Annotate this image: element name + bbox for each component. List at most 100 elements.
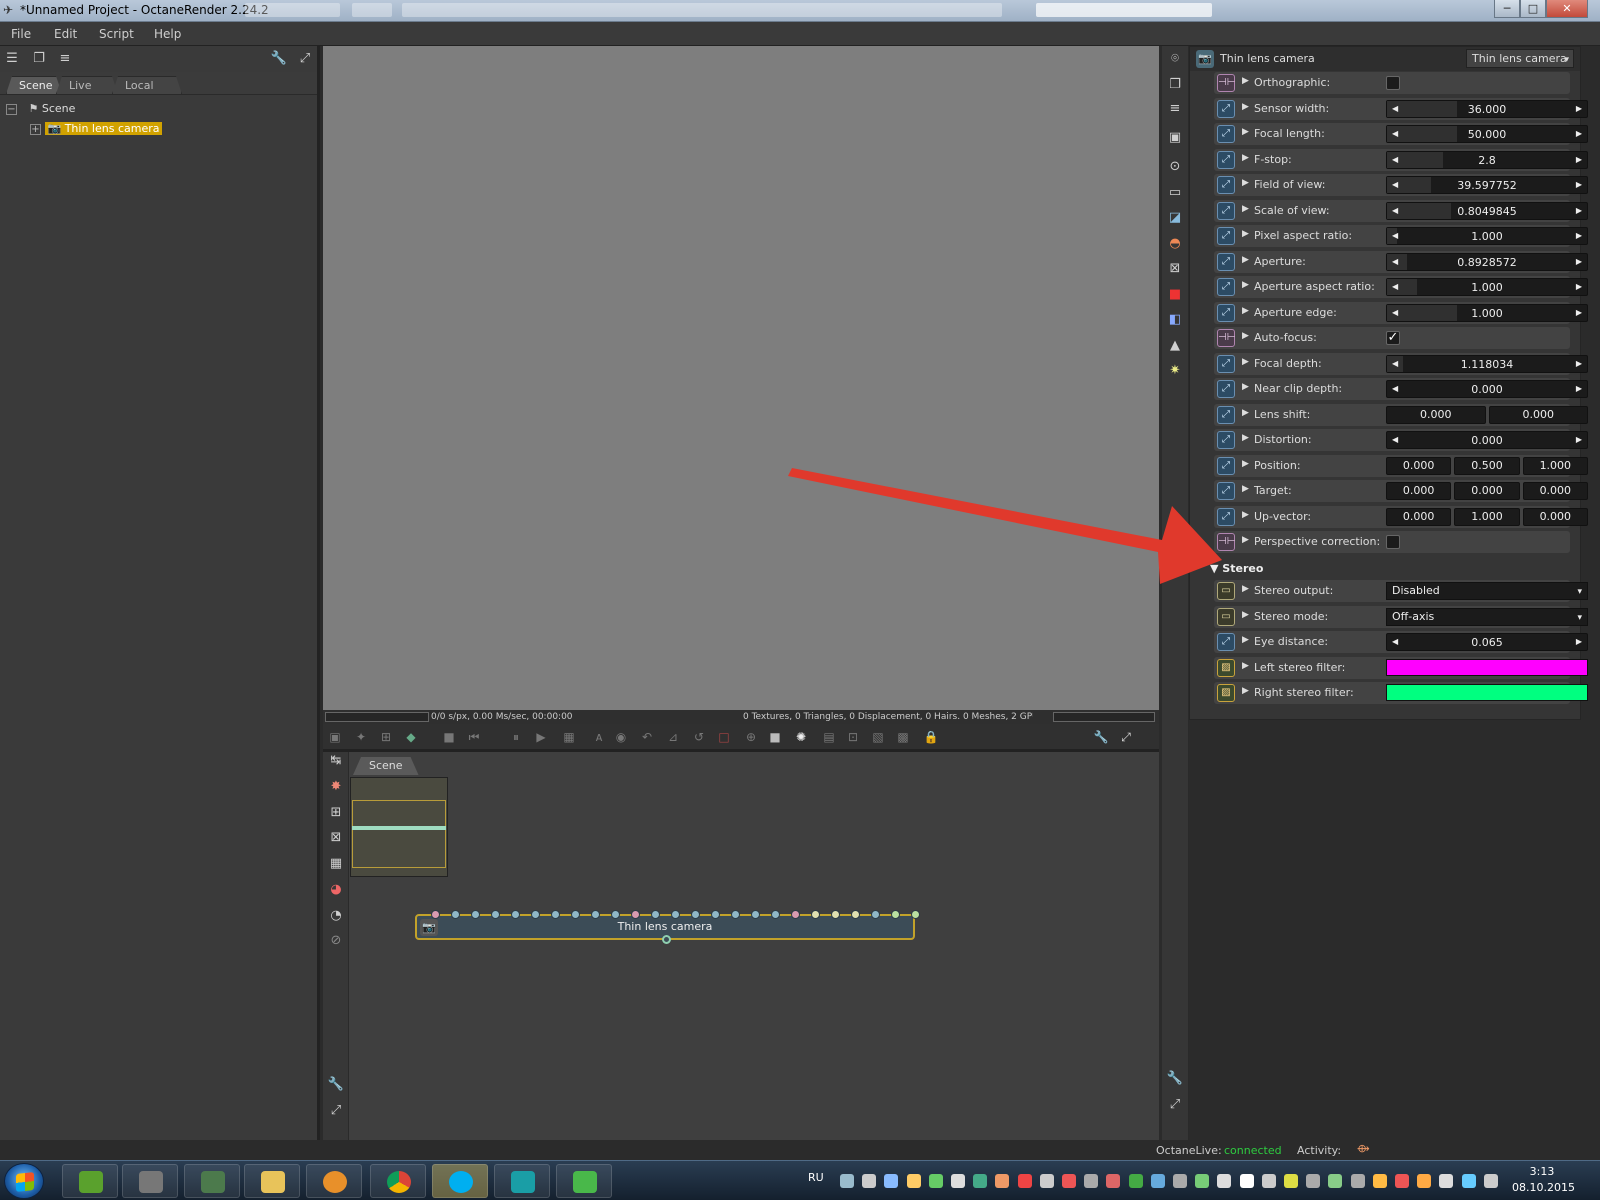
clay-mode-icon[interactable]: ■ [767,729,783,745]
object-picker-icon[interactable]: ↶ [639,729,655,745]
decal-icon[interactable]: ▩ [895,729,911,745]
uv-icon[interactable]: ⊠ [1166,260,1184,278]
expand-arrow-icon[interactable]: ▶ [1242,433,1249,443]
increment-arrow-icon[interactable]: ▶ [1576,231,1582,240]
expand-arrow-icon[interactable]: ▶ [1242,127,1249,137]
target-field-1[interactable]: 0.000 [1454,482,1520,500]
taskbar-app-3dsmax[interactable] [494,1164,550,1198]
input-pin[interactable] [611,910,620,919]
stereo-output-dropdown[interactable]: Disabled ▾ [1386,582,1588,600]
expand-arrow-icon[interactable]: ▶ [1242,610,1249,620]
expand-arrow-icon[interactable]: ▶ [1242,357,1249,367]
input-pin[interactable] [531,910,540,919]
orthographic-checkbox[interactable] [1386,76,1400,90]
taskbar-app-media-player[interactable] [306,1164,362,1198]
focus-picker-icon[interactable]: ⊿ [665,729,681,745]
recenter-icon[interactable]: ▣ [327,729,343,745]
play-icon[interactable]: ▶ [533,729,549,745]
sub-sampling-icon[interactable]: ▧ [870,729,886,745]
increment-arrow-icon[interactable]: ▶ [1576,104,1582,113]
enum-pin-icon[interactable]: ▭ [1217,582,1235,600]
locked-node-icon[interactable]: ⊘ [327,932,345,950]
increment-arrow-icon[interactable]: ▶ [1576,180,1582,189]
input-pin[interactable] [591,910,600,919]
increment-arrow-icon[interactable]: ▶ [1576,384,1582,393]
texture-pin-icon[interactable]: ▨ [1217,658,1235,677]
maximize-panel-icon[interactable]: ⤢ [1166,1096,1184,1114]
float-pin-icon[interactable]: ⤢ [1217,278,1235,296]
float-pin-icon[interactable]: ⤢ [1217,227,1235,245]
sensor-width-slider[interactable]: ◀ 36.000 ▶ [1386,99,1588,118]
expand-arrow-icon[interactable]: ▶ [1242,255,1249,265]
tray-icon[interactable] [1173,1174,1187,1188]
float-pin-icon[interactable]: ⤢ [1217,431,1235,449]
right-stereo-filter-swatch[interactable] [1386,684,1588,701]
input-pin[interactable] [871,910,880,919]
collapse-icon[interactable]: ≡ [1166,100,1184,118]
position-field-2[interactable]: 1.000 [1522,456,1588,475]
bool-pin-icon[interactable]: ⊣⊢ [1217,74,1235,92]
tray-icon[interactable] [1217,1174,1232,1188]
maximize-panel-icon[interactable]: ⤢ [1118,729,1134,745]
tray-icon[interactable] [1483,1174,1498,1188]
up-vector-field-0[interactable]: 0.000 [1386,507,1452,526]
increment-arrow-icon[interactable]: ▶ [1576,308,1582,317]
grid-snap-icon[interactable]: ▦ [327,855,345,873]
aperture-slider[interactable]: ◀ 0.8928572 ▶ [1386,252,1588,271]
input-pin[interactable] [631,910,640,919]
thin-lens-camera-node[interactable]: 📷 Thin lens camera [415,910,920,944]
material-picker-icon[interactable]: ◉ [613,729,629,745]
wrench-icon[interactable]: 🔧 [1166,1070,1184,1088]
float-pin-icon[interactable]: ⤢ [1217,176,1235,194]
tray-icon[interactable] [1284,1174,1298,1188]
expand-arrow-icon[interactable]: ▶ [1242,306,1249,316]
float-pin-icon[interactable]: ⤢ [1217,201,1235,220]
material-icon[interactable]: ■ [1166,286,1184,304]
expand-arrow-icon[interactable]: ▶ [1242,635,1249,645]
target-field-0[interactable]: 0.000 [1386,482,1452,500]
taskbar-app-explorer[interactable] [244,1164,300,1198]
expand-arrow-icon[interactable]: ▶ [1242,229,1249,239]
camera-inspector-icon[interactable]: ⌾ [1166,50,1184,68]
tray-icon[interactable] [1439,1174,1454,1188]
auto-focus-checkbox[interactable]: ✓ [1386,331,1400,345]
float-pin-icon[interactable]: ⤢ [1217,456,1235,475]
tray-icon[interactable] [1328,1174,1343,1188]
tray-icon[interactable] [995,1174,1010,1188]
float-pin-icon[interactable]: ⤢ [1217,482,1235,500]
white-balance-icon[interactable]: ↺ [691,729,707,745]
reset-camera-icon[interactable]: ✦ [353,729,369,745]
distortion-slider[interactable]: ◀ 0.000 ▶ [1386,431,1588,449]
increment-arrow-icon[interactable]: ▶ [1576,282,1582,291]
tray-icon[interactable] [906,1174,921,1188]
menu-edit[interactable]: Edit [54,27,77,41]
increment-arrow-icon[interactable]: ▶ [1576,359,1582,368]
autofocus-icon[interactable]: ᴀ [591,729,607,745]
lens-shift-field-0[interactable]: 0.000 [1386,405,1486,424]
input-pin[interactable] [911,910,920,919]
tray-icon[interactable] [884,1174,899,1188]
lens-shift-field-1[interactable]: 0.000 [1488,405,1588,424]
realtime-icon[interactable]: ▦ [561,729,577,745]
input-pin[interactable] [431,910,440,919]
render-viewport[interactable] [323,46,1159,710]
expand-arrow-icon[interactable]: ▶ [1242,382,1249,392]
input-pin[interactable] [791,910,800,919]
tray-icon[interactable] [973,1174,988,1188]
maximize-panel-icon[interactable]: ⤢ [327,1102,345,1120]
expand-arrow-icon[interactable]: ▶ [1242,76,1249,86]
layers-icon[interactable]: ❐ [30,50,48,68]
graph-tab-scene[interactable]: Scene [353,757,419,775]
tray-icon[interactable] [1306,1174,1321,1188]
tray-icon[interactable] [1039,1174,1054,1188]
expand-arrow-icon[interactable]: ▶ [1242,686,1249,696]
float-pin-icon[interactable]: ⤢ [1217,150,1235,169]
menu-help[interactable]: Help [154,27,181,41]
float-pin-icon[interactable]: ⤢ [1217,633,1235,651]
bool-pin-icon[interactable]: ⊣⊢ [1217,329,1235,347]
expand-arrow-icon[interactable]: ▶ [1242,408,1249,418]
taskbar-app-camtasia[interactable] [62,1164,118,1198]
input-pin[interactable] [691,910,700,919]
tray-icon[interactable] [1372,1174,1387,1188]
taskbar-app-skype[interactable] [432,1164,488,1198]
